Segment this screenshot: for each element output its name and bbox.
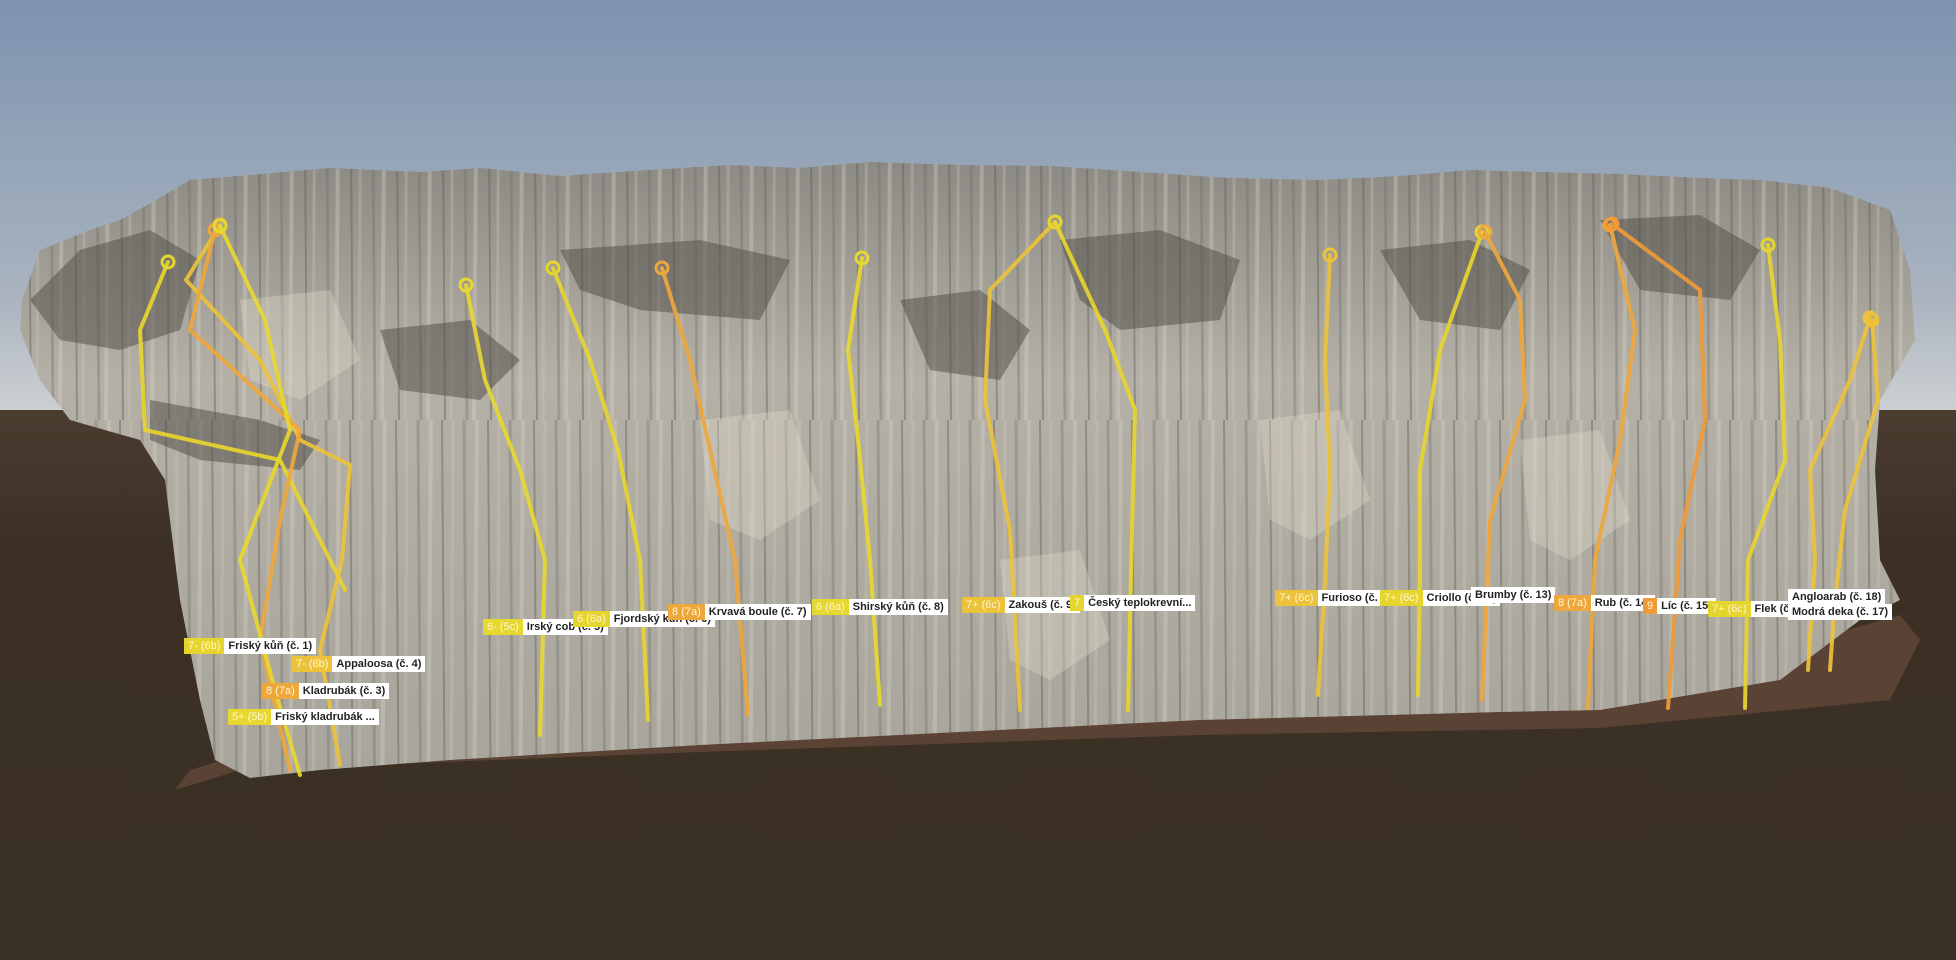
route-label-r2[interactable]: 5+ (5b) Friský kladrubák ... — [228, 709, 379, 725]
route-grade: 9 — [1643, 598, 1658, 614]
route-grade: 7+ (6c) — [1380, 590, 1423, 606]
route-label-r3[interactable]: 8 (7a) Kladrubák (č. 3) — [262, 683, 390, 699]
route-grade: 5+ (5b) — [228, 709, 272, 725]
route-name: Modrá deka (č. 17) — [1788, 604, 1892, 620]
route-name: Kladrubák (č. 3) — [298, 683, 390, 699]
route-grade: 7 — [1070, 595, 1085, 611]
route-grade: 6 (6a) — [573, 611, 610, 627]
route-name: Krvavá boule (č. 7) — [704, 604, 811, 620]
route-grade: 8 (7a) — [668, 604, 705, 620]
route-label-r13[interactable]: Brumby (č. 13) — [1471, 587, 1556, 603]
route-name: Český teplokrevní... — [1084, 595, 1196, 611]
route-label-r10[interactable]: 7 Český teplokrevní... — [1070, 595, 1196, 611]
route-name: Angloarab (č. 18) — [1788, 589, 1886, 605]
route-name: Friský kůň (č. 1) — [224, 638, 317, 654]
route-grade: 7- (6b) — [292, 656, 333, 672]
route-name: Brumby (č. 13) — [1471, 587, 1556, 603]
route-grade: 6- (5c) — [483, 619, 523, 635]
crag-photo-scene — [0, 0, 1956, 960]
route-label-r17[interactable]: Modrá deka (č. 17) — [1788, 604, 1892, 620]
route-grade: 8 (7a) — [262, 683, 299, 699]
route-label-r8[interactable]: 6 (6a) Shirský kůň (č. 8) — [812, 599, 948, 615]
route-label-r1[interactable]: 7- (6b) Friský kůň (č. 1) — [184, 638, 317, 654]
route-label-r15[interactable]: 9 Líc (č. 15) — [1643, 598, 1716, 614]
route-grade: 7+ (6c) — [1708, 601, 1751, 617]
route-label-r4[interactable]: 7- (6b) Appaloosa (č. 4) — [292, 656, 426, 672]
route-label-r18[interactable]: Angloarab (č. 18) — [1788, 589, 1886, 605]
route-grade: 6 (6a) — [812, 599, 849, 615]
route-grade: 7+ (6c) — [1275, 590, 1318, 606]
route-grade: 8 (7a) — [1554, 595, 1591, 611]
route-name: Friský kladrubák ... — [271, 709, 379, 725]
route-name: Zakouš (č. 9) — [1004, 597, 1080, 613]
route-name: Shirský kůň (č. 8) — [848, 599, 948, 615]
route-label-r7[interactable]: 8 (7a) Krvavá boule (č. 7) — [668, 604, 811, 620]
route-name: Appaloosa (č. 4) — [332, 656, 426, 672]
route-grade: 7+ (6c) — [962, 597, 1005, 613]
route-label-r9[interactable]: 7+ (6c) Zakouš (č. 9) — [962, 597, 1080, 613]
route-label-r14[interactable]: 8 (7a) Rub (č. 14) — [1554, 595, 1655, 611]
route-grade: 7- (6b) — [184, 638, 225, 654]
